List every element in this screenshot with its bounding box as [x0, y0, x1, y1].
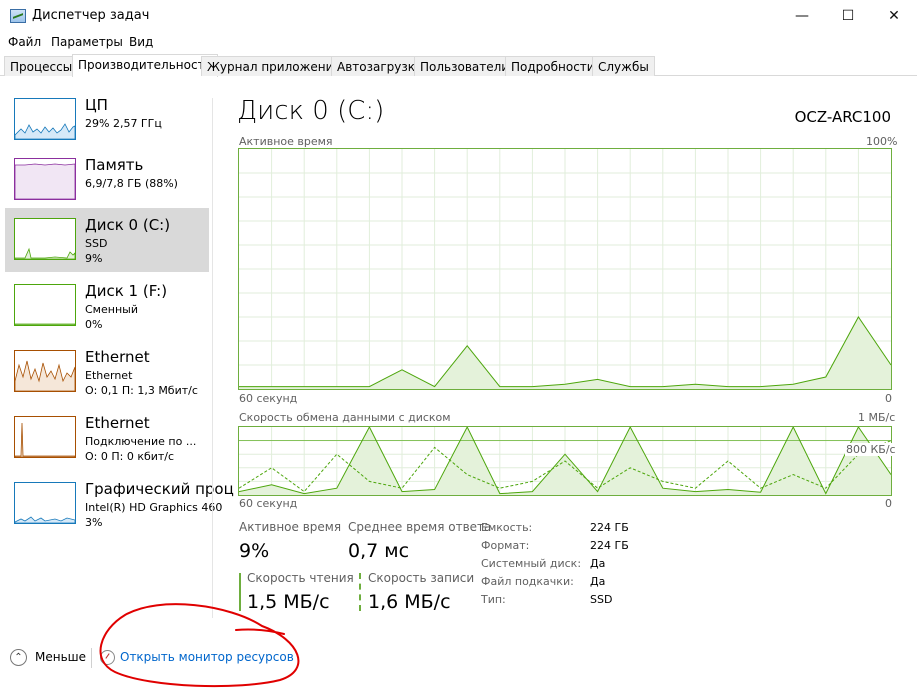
sidebar-thumbnail-graph — [14, 350, 76, 392]
menu-file[interactable]: Файл — [8, 35, 41, 49]
sidebar-item-detail: 29% 2,57 ГГц — [85, 117, 162, 130]
sidebar-thumbnail-series — [15, 163, 75, 199]
chevron-up-icon[interactable]: ⌃ — [10, 649, 27, 666]
chart1-min-label: 0 — [885, 392, 892, 405]
active-time-chart — [238, 148, 892, 390]
sidebar-thumbnail-graph — [14, 98, 76, 140]
page-title: Диск 0 (C:) — [237, 96, 385, 126]
chart2-mid-label: 800 КБ/с — [845, 443, 897, 456]
footer: ⌃ Меньше Открыть монитор ресурсов — [0, 640, 917, 676]
sidebar-thumbnail-graph — [14, 284, 76, 326]
sidebar-item-title: ЦП — [85, 96, 108, 114]
sidebar-thumbnail-series — [15, 516, 75, 523]
sidebar-item-3[interactable]: Диск 1 (F:) Сменный 0% — [5, 274, 209, 338]
tab-strip: Процессы Производительность Журнал прило… — [0, 54, 917, 77]
chart1-max-label: 100% — [866, 135, 898, 148]
sidebar-item-title: Ethernet — [85, 414, 150, 432]
title-bar: Диспетчер задач — ☐ ✕ — [0, 0, 917, 32]
sidebar-item-0[interactable]: ЦП 29% 2,57 ГГц — [5, 88, 209, 152]
read-speed-indicator — [239, 573, 241, 611]
disk-model: OCZ-ARC100 — [794, 108, 891, 126]
property-value: 224 ГБ — [590, 539, 629, 552]
chart2-label: Скорость обмена данными с диском — [239, 411, 451, 424]
task-manager-icon — [10, 9, 26, 23]
tab-performance[interactable]: Производительность — [72, 54, 218, 77]
tab-app-history[interactable]: Журнал приложений — [201, 56, 348, 76]
response-time-label: Среднее время ответа — [348, 520, 492, 534]
open-resource-monitor-link[interactable]: Открыть монитор ресурсов — [120, 650, 294, 664]
chart2-max-label: 1 МБ/с — [858, 411, 896, 424]
menu-options[interactable]: Параметры — [51, 35, 123, 49]
read-speed-label: Скорость чтения — [247, 571, 354, 585]
sidebar-item-value: О: 0 П: 0 кбит/с — [85, 450, 175, 463]
active-time-value: 9% — [239, 540, 270, 562]
sidebar-thumbnail-series — [15, 323, 75, 325]
sidebar-item-value: 9% — [85, 252, 103, 265]
property-value: Да — [590, 575, 606, 588]
chart1-time-label: 60 секунд — [239, 392, 298, 405]
sidebar-item-5[interactable]: Ethernet Подключение по ... О: 0 П: 0 кбит… — [5, 406, 209, 470]
property-label: Емкость: — [481, 521, 533, 534]
sidebar-item-detail: Подключение по ... — [85, 435, 197, 448]
sidebar-item-title: Ethernet — [85, 348, 150, 366]
sidebar-thumbnail-graph — [14, 218, 76, 260]
write-speed-indicator — [359, 573, 361, 611]
sidebar-thumbnail-series — [15, 123, 75, 139]
property-value: 224 ГБ — [590, 521, 629, 534]
sidebar-item-1[interactable]: Память 6,9/7,8 ГБ (88%) — [5, 148, 209, 212]
tab-users[interactable]: Пользователи — [414, 56, 516, 76]
maximize-icon[interactable]: ☐ — [825, 0, 871, 32]
active-time-label: Активное время — [239, 520, 342, 534]
property-label: Тип: — [481, 593, 506, 606]
response-time-value: 0,7 мс — [348, 540, 410, 562]
minimize-icon[interactable]: — — [779, 0, 825, 32]
property-label: Файл подкачки: — [481, 575, 574, 588]
performance-sidebar: ЦП 29% 2,57 ГГц Память 6,9/7,8 ГБ (88%) Диск… — [0, 88, 234, 628]
sidebar-divider — [212, 98, 213, 618]
sidebar-item-detail: Сменный — [85, 303, 138, 316]
tab-processes[interactable]: Процессы — [4, 56, 79, 76]
footer-separator — [91, 648, 92, 668]
property-value: SSD — [590, 593, 613, 606]
sidebar-thumbnail-series — [15, 247, 75, 259]
sidebar-item-2[interactable]: Диск 0 (C:) SSD 9% — [5, 208, 209, 272]
sidebar-thumbnail-graph — [14, 416, 76, 458]
sidebar-item-detail: Intel(R) HD Graphics 460 — [85, 501, 223, 514]
sidebar-item-6[interactable]: Графический проц Intel(R) HD Graphics 460… — [5, 472, 234, 536]
sidebar-item-title: Память — [85, 156, 144, 174]
chart2-min-label: 0 — [885, 497, 892, 510]
write-speed-label: Скорость записи — [368, 571, 475, 585]
resource-monitor-icon[interactable] — [100, 650, 115, 665]
chart1-label: Активное время — [239, 135, 333, 148]
sidebar-item-4[interactable]: Ethernet Ethernet О: 0,1 П: 1,3 Мбит/с — [5, 340, 209, 404]
sidebar-item-value: 0% — [85, 318, 103, 331]
chart2-time-label: 60 секунд — [239, 497, 298, 510]
fewer-details-button[interactable]: Меньше — [35, 650, 86, 664]
property-label: Системный диск: — [481, 557, 582, 570]
write-speed-value: 1,6 МБ/с — [368, 591, 451, 613]
transfer-rate-chart — [238, 426, 892, 496]
menu-view[interactable]: Вид — [129, 35, 153, 49]
sidebar-thumbnail-series — [15, 422, 75, 457]
close-icon[interactable]: ✕ — [871, 0, 917, 32]
sidebar-thumbnail-series — [15, 360, 75, 391]
sidebar-item-detail: 6,9/7,8 ГБ (88%) — [85, 177, 178, 190]
sidebar-item-value: 3% — [85, 516, 103, 529]
sidebar-item-detail: Ethernet — [85, 369, 133, 382]
sidebar-item-value: О: 0,1 П: 1,3 Мбит/с — [85, 384, 198, 397]
property-value: Да — [590, 557, 606, 570]
read-speed-value: 1,5 МБ/с — [247, 591, 330, 613]
sidebar-thumbnail-graph — [14, 158, 76, 200]
sidebar-item-title: Диск 0 (C:) — [85, 216, 171, 234]
tab-details[interactable]: Подробности — [505, 56, 601, 76]
menu-bar: Файл Параметры Вид — [0, 32, 917, 54]
window-title: Диспетчер задач — [32, 8, 150, 23]
sidebar-item-detail: SSD — [85, 237, 108, 250]
property-label: Формат: — [481, 539, 530, 552]
sidebar-thumbnail-graph — [14, 482, 76, 524]
sidebar-item-title: Диск 1 (F:) — [85, 282, 168, 300]
tab-services[interactable]: Службы — [592, 56, 655, 76]
